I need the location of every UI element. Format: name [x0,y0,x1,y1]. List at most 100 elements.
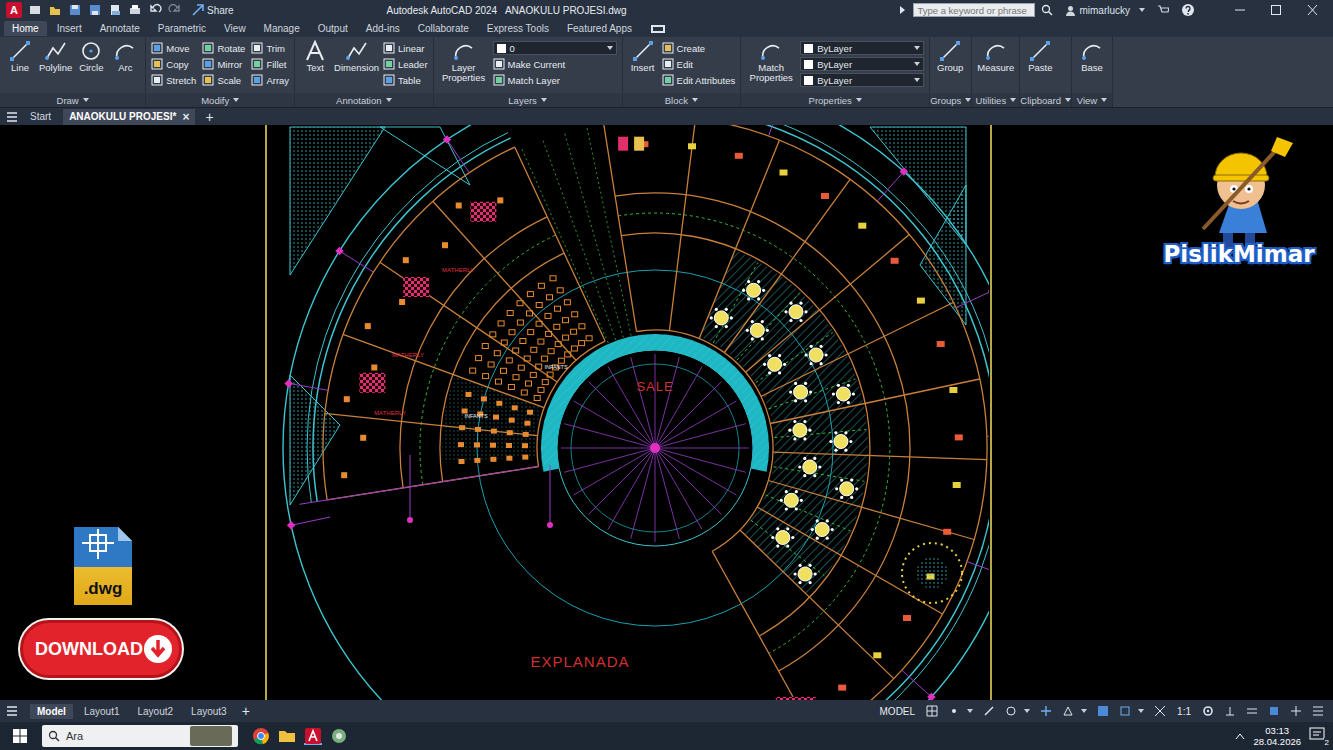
status-toggle-icon[interactable] [1119,705,1131,717]
ribbon-tab[interactable]: View [216,21,254,36]
layout-tab[interactable]: Model [30,704,73,719]
user-menu[interactable]: mimarlucky [1065,5,1145,16]
download-button[interactable]: DOWNLOAD [20,620,182,678]
status-tool-icon[interactable] [1224,705,1236,717]
drawing-canvas[interactable]: SALEEXPLANADAMATHERLYMATHERLYMATHERLYINF… [0,125,1333,700]
autocad-icon[interactable] [304,727,322,745]
minimize-icon[interactable] [1225,4,1255,16]
group-title[interactable]: Properties [741,93,929,107]
ribbon-tool[interactable]: Mirror [202,58,245,70]
layout-tab[interactable]: Layout2 [130,704,180,719]
ribbon-tool[interactable]: Make Current [493,58,617,70]
status-toggle-icon[interactable] [948,705,960,717]
menu-icon[interactable] [6,112,18,122]
ribbon-combo[interactable]: ByLayer [800,41,924,55]
folder-icon[interactable] [278,727,296,745]
ribbon-tool[interactable]: Group [935,40,965,73]
model-space-toggle[interactable]: MODEL [880,706,916,717]
status-toggle-icon[interactable] [1097,705,1109,717]
status-toggle-icon[interactable] [1062,705,1074,717]
status-tool-icon[interactable] [1290,705,1302,717]
ribbon-tab[interactable]: Collaborate [410,21,477,36]
close-icon[interactable] [1297,4,1327,16]
ribbon-tab[interactable]: Express Tools [479,21,557,36]
ribbon-tool[interactable]: Measure [977,40,1014,73]
undo-icon[interactable] [148,3,162,17]
clock[interactable]: 03:1328.04.2026 [1253,725,1301,747]
ribbon-tool[interactable]: Text [300,40,330,73]
ribbon-tool[interactable]: Stretch [151,74,196,86]
ribbon-tool[interactable]: Move [151,42,196,54]
app-icon[interactable] [330,727,348,745]
redo-icon[interactable] [168,3,182,17]
open-icon[interactable] [48,3,62,17]
tray-arrow-icon[interactable] [1235,732,1245,740]
add-layout-button[interactable]: + [238,703,254,719]
layout-tab[interactable]: Layout3 [184,704,234,719]
ribbon-tool[interactable]: Leader [383,58,428,70]
group-title[interactable]: Groups [930,93,971,107]
chrome-icon[interactable] [252,727,270,745]
status-toggle-icon[interactable] [983,705,995,717]
ribbon-tool[interactable]: Rotate [202,42,245,54]
ribbon-combo[interactable]: 0 [493,41,617,55]
doc-tab[interactable]: ANAOKULU PROJESI*× [63,109,195,125]
layout-tab[interactable]: Layout1 [77,704,127,719]
ribbon-tab[interactable]: Add-ins [358,21,408,36]
ribbon-tab[interactable]: Annotate [92,21,148,36]
group-title[interactable]: Clipboard [1020,93,1071,107]
ribbon-tab[interactable]: Output [310,21,356,36]
ribbon-tool[interactable]: Line [5,40,35,73]
status-toggle-icon[interactable] [1005,705,1017,717]
group-title[interactable]: Layers [434,93,622,107]
ribbon-combo[interactable]: ByLayer [800,57,924,71]
save-icon[interactable] [68,3,82,17]
maximize-icon[interactable] [1261,4,1291,16]
save-as-icon[interactable] [88,3,102,17]
search-icon[interactable] [1041,4,1053,16]
ribbon-tool[interactable]: Scale [202,74,245,86]
ribbon-tab[interactable]: Insert [49,21,90,36]
ribbon-tool[interactable]: Fillet [251,58,289,70]
ribbon-tab[interactable]: Featured Apps [559,21,640,36]
menu-icon[interactable] [6,706,18,716]
annotation-scale[interactable]: 1:1 [1177,706,1191,717]
status-toggle-icon[interactable] [1040,705,1052,717]
ribbon-tool[interactable]: Insert [628,40,658,73]
group-title[interactable]: View [1072,93,1112,107]
new-icon[interactable] [28,3,42,17]
ribbon-tool[interactable]: Match Layer [493,74,617,86]
status-toggle-icon[interactable] [926,705,938,717]
ribbon-tab[interactable]: Parametric [150,21,214,36]
group-title[interactable]: Annotation [295,93,432,107]
ribbon-tool[interactable]: Arc [110,40,140,73]
doc-tab[interactable]: Start [24,110,57,123]
ribbon-tool[interactable]: Base [1077,40,1107,73]
group-title[interactable]: Utilities [972,93,1019,107]
share-button[interactable]: Share [192,4,234,16]
ribbon-tool[interactable]: Array [251,74,289,86]
status-tool-icon[interactable] [1246,705,1258,717]
panel-toggle-icon[interactable] [650,24,668,34]
app-logo[interactable]: A [6,2,22,18]
group-title[interactable]: Draw [0,93,145,107]
drawing[interactable]: SALEEXPLANADAMATHERLYMATHERLYMATHERLYINF… [0,125,1333,700]
ribbon-tool[interactable]: Circle [76,40,106,73]
status-tool-icon[interactable] [1268,705,1280,717]
ribbon-tool[interactable]: Trim [251,42,289,54]
close-tab-button[interactable]: × [182,110,189,124]
windows-icon[interactable] [12,728,28,744]
ribbon-tool[interactable]: Linear [383,42,428,54]
help-search[interactable] [913,3,1035,17]
status-tool-icon[interactable] [1312,705,1324,717]
ribbon-tool[interactable]: Dimension [334,40,379,73]
ribbon-tool[interactable]: Layer Properties [439,40,489,83]
ribbon-tool[interactable]: Paste [1025,40,1055,73]
ribbon-tool[interactable]: Table [383,74,428,86]
status-tool-icon[interactable] [1202,705,1214,717]
ribbon-combo[interactable]: ByLayer [800,73,924,87]
notification-button[interactable]: 2 [1309,727,1327,745]
floor-plan[interactable] [283,125,989,700]
ribbon-tool[interactable]: Edit Attributes [662,74,736,86]
group-title[interactable]: Block [623,93,741,107]
